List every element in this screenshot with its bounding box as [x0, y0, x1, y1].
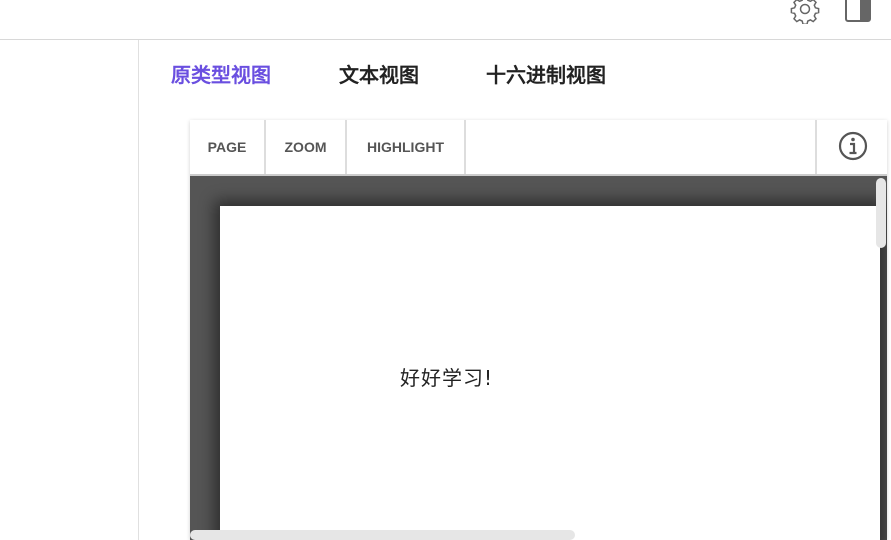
left-sidebar [0, 40, 139, 540]
page-button[interactable]: PAGE [190, 120, 266, 174]
tab-original-view[interactable]: 原类型视图 [171, 60, 271, 90]
tab-text-view[interactable]: 文本视图 [339, 60, 419, 90]
gear-icon [790, 0, 820, 25]
document-canvas[interactable]: 好好学习! [190, 176, 887, 540]
settings-button[interactable] [790, 0, 820, 25]
panel-toggle-button[interactable] [843, 0, 873, 24]
document-page: 好好学习! [220, 206, 880, 540]
sidebar-panel-icon [845, 0, 871, 22]
horizontal-scrollbar[interactable] [190, 530, 575, 540]
tab-hex-view[interactable]: 十六进制视图 [486, 60, 606, 90]
highlight-button[interactable]: HIGHLIGHT [347, 120, 466, 174]
vertical-scrollbar[interactable] [876, 178, 886, 248]
document-text: 好好学习! [400, 366, 494, 390]
top-bar [0, 0, 891, 40]
viewer-toolbar: PAGE ZOOM HIGHLIGHT [190, 120, 887, 176]
info-icon [838, 131, 868, 161]
zoom-button[interactable]: ZOOM [266, 120, 347, 174]
info-button[interactable] [815, 120, 889, 174]
document-viewer: PAGE ZOOM HIGHLIGHT 好好学习! [190, 120, 887, 540]
